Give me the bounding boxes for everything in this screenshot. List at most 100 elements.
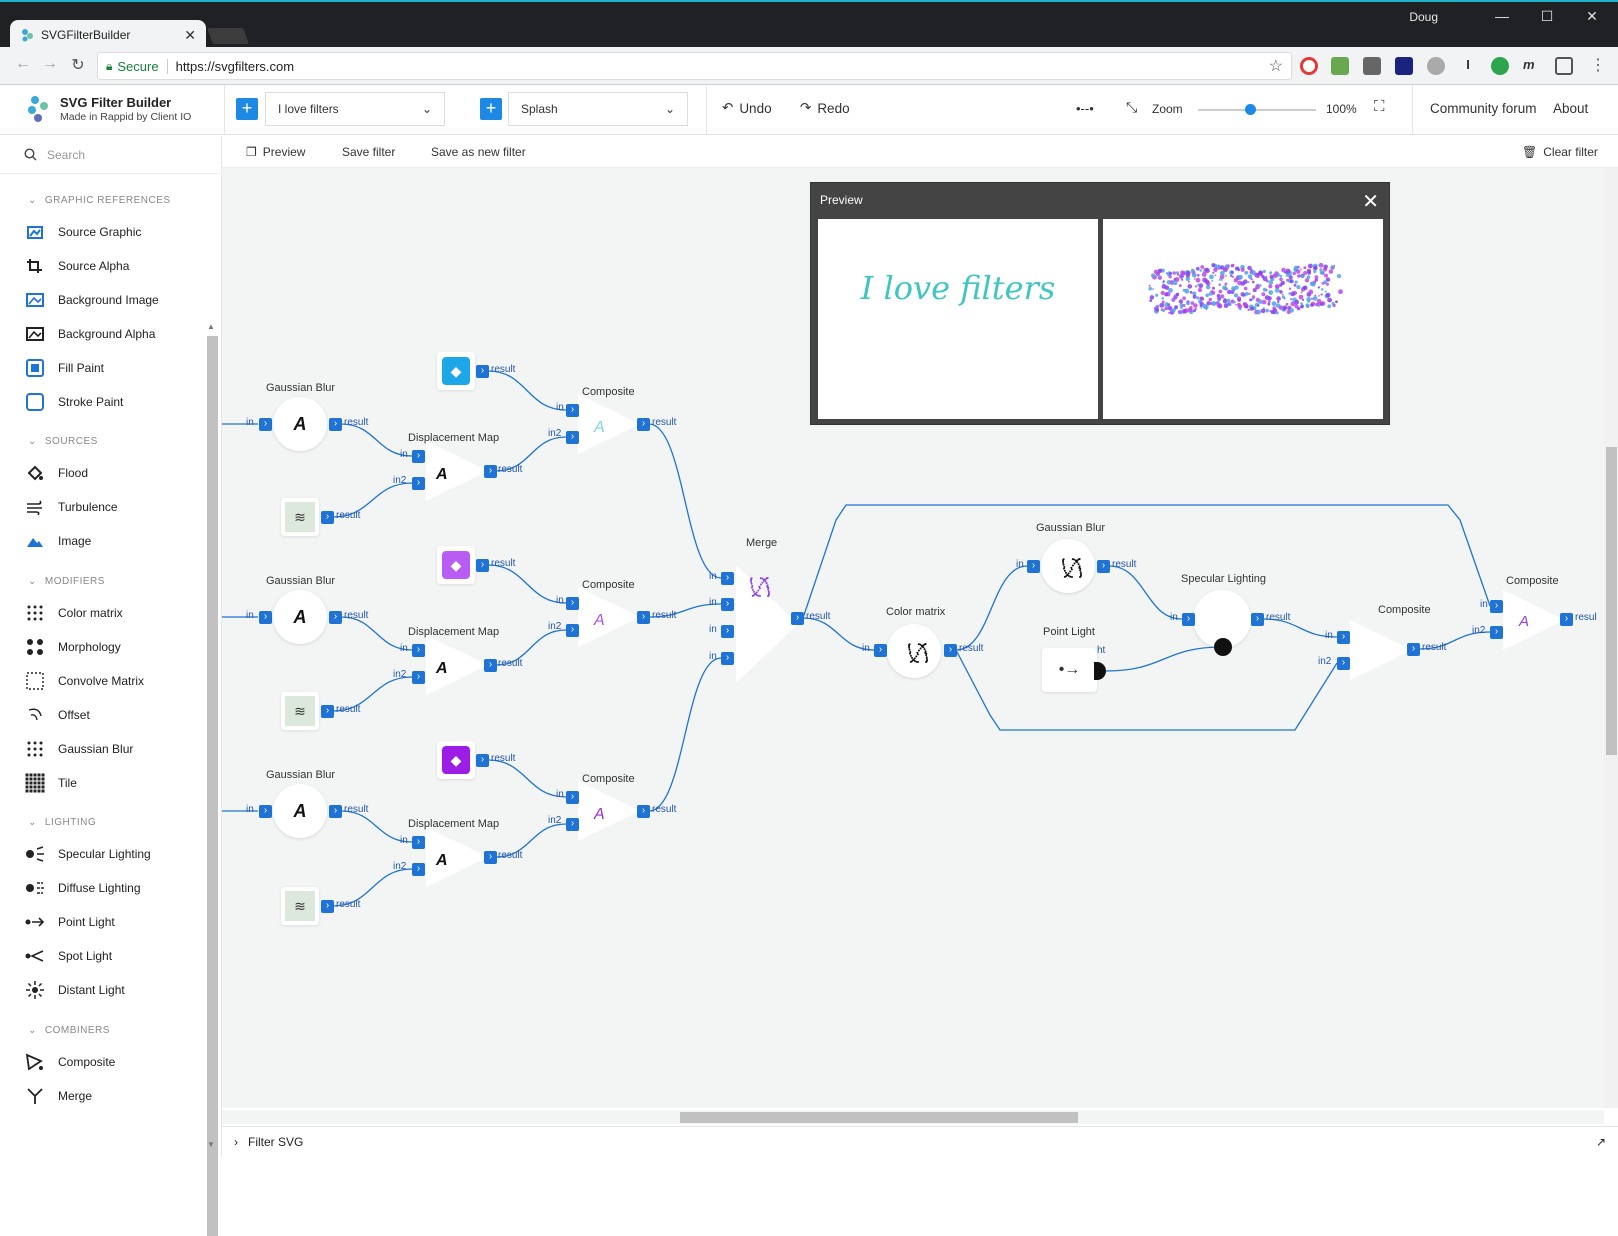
graph-link[interactable] [955,565,1028,651]
specular-lighting-light-port[interactable] [1214,638,1232,656]
composite-4-in2-port[interactable]: › [1337,657,1350,670]
sidebar-section-modifiers[interactable]: ⌄ MODIFIERS [28,576,105,587]
merge-result-port[interactable]: › [791,612,804,625]
gaussian-blur-4-result-port[interactable]: › [1097,560,1110,573]
address-bar[interactable]: 🔒︎ Secure https://svgfilters.com ☆ [97,52,1292,80]
composite-5-in-port[interactable]: › [1490,600,1503,613]
filter-select[interactable]: I love filters ⌄ [265,92,445,126]
sidebar-item-fill-paint[interactable]: Fill Paint [24,357,104,379]
forward-icon[interactable]: → [39,55,61,73]
sidebar-item-image[interactable]: Image [24,530,91,552]
merge-in-port-1[interactable]: › [721,572,734,585]
composite-3-in2-port[interactable]: › [566,818,579,831]
gaussian-blur-2-result-port[interactable]: › [329,611,342,624]
turbulence-1-result-port[interactable]: › [321,511,334,524]
browser-menu-icon[interactable]: ⋮ [1590,55,1606,75]
sidebar-section-sources[interactable]: ⌄ SOURCES [28,436,98,447]
canvas-vertical-scroll-thumb[interactable] [1606,447,1617,755]
sidebar-item-composite[interactable]: Composite [24,1051,115,1073]
gaussian-blur-1-in-port[interactable]: › [259,418,272,431]
sidebar-item-merge[interactable]: Merge [24,1085,92,1107]
composite-1-node[interactable]: A [578,394,640,454]
graph-link[interactable] [802,504,1491,619]
zoom-slider-thumb[interactable] [1245,104,1256,115]
displacement-map-2-result-port[interactable]: › [484,659,497,672]
graph-link[interactable] [487,564,567,604]
gaussian-blur-1-node[interactable]: A [273,397,327,451]
preview-button[interactable]: ❐ Preview [246,145,305,159]
mail-extension-icon[interactable] [1363,57,1381,75]
sidebar-item-gaussian-blur[interactable]: Gaussian Blur [24,738,133,760]
flood-1-node[interactable]: ◆ [437,352,475,390]
instapaper-extension-icon[interactable]: I [1459,57,1477,75]
sidebar-item-point-light[interactable]: Point Light [24,911,115,933]
flood-3-node[interactable]: ◆ [437,741,475,779]
graph-link[interactable] [487,370,567,411]
color-matrix-result-port[interactable]: › [944,644,957,657]
composite-2-in2-port[interactable]: › [566,624,579,637]
about-link[interactable]: About [1553,101,1588,116]
graph-link[interactable] [648,423,722,579]
displacement-map-3-node[interactable]: A [426,827,488,887]
sidebar-section-graphic-references[interactable]: ⌄ GRAPHIC REFERENCES [28,195,171,206]
graph-link[interactable] [1105,646,1223,672]
merge-in-port-2[interactable]: › [721,598,734,611]
sidebar-item-color-matrix[interactable]: Color matrix [24,602,123,624]
gaussian-blur-3-result-port[interactable]: › [329,805,342,818]
sidebar-item-source-alpha[interactable]: Source Alpha [24,255,129,277]
tab-close-icon[interactable]: ✕ [184,27,196,44]
color-matrix-node[interactable] [887,624,941,678]
graph-link[interactable] [955,649,1338,731]
composite-4-node[interactable] [1350,620,1412,680]
expand-icon[interactable]: ↗ [1596,1135,1606,1149]
turbulence-3-node[interactable]: ≋ [281,887,319,925]
save-as-new-filter-button[interactable]: Save as new filter [431,145,526,159]
merge-in-port-4[interactable]: › [721,652,734,665]
save-filter-button[interactable]: Save filter [342,145,395,159]
turbulence-1-node[interactable]: ≋ [281,498,319,536]
merge-in-port-3[interactable]: › [721,625,734,638]
gaussian-blur-4-node[interactable] [1041,539,1095,593]
gaussian-blur-3-in-port[interactable]: › [259,805,272,818]
sidebar-item-distant-light[interactable]: Distant Light [24,979,125,1001]
preset-select[interactable]: Splash ⌄ [508,92,688,126]
clear-filter-button[interactable]: 🗑︎ Clear filter [1522,145,1598,159]
specular-lighting-result-port[interactable]: › [1251,613,1264,626]
turbulence-3-result-port[interactable]: › [321,900,334,913]
composite-5-result-port[interactable]: › [1560,613,1573,626]
sidebar-section-combiners[interactable]: ⌄ COMBINERS [28,1025,110,1036]
color-matrix-in-port[interactable]: › [874,644,887,657]
bookmark-star-icon[interactable]: ☆ [1269,56,1283,76]
community-forum-link[interactable]: Community forum [1430,101,1537,116]
m-extension-icon[interactable]: m [1523,57,1541,75]
sidebar-item-stroke-paint[interactable]: Stroke Paint [24,391,123,413]
sidebar-item-source-graphic[interactable]: Source Graphic [24,221,141,243]
zoom-slider[interactable] [1198,109,1316,111]
search-box[interactable]: Search [0,136,222,174]
composite-4-result-port[interactable]: › [1407,643,1420,656]
displacement-map-1-in-port[interactable]: › [412,450,425,463]
redo-button[interactable]: ↷ Redo [800,100,850,116]
flood-2-result-port[interactable]: › [476,559,489,572]
displacement-map-3-result-port[interactable]: › [484,851,497,864]
displacement-map-1-in2-port[interactable]: › [412,477,425,490]
gaussian-blur-4-in-port[interactable]: › [1027,560,1040,573]
sidebar-item-flood[interactable]: Flood [24,462,88,484]
layout-icon[interactable]: •--• [1076,101,1094,116]
sidebar-item-convolve-matrix[interactable]: Convolve Matrix [24,670,144,692]
canvas-horizontal-scroll-thumb[interactable] [680,1112,1078,1123]
composite-1-result-port[interactable]: › [637,418,650,431]
specular-lighting-in-port[interactable]: › [1182,613,1195,626]
displacement-map-1-node[interactable]: A [426,441,488,501]
browser-tab[interactable]: SVGFilterBuilder ✕ [10,20,206,50]
gaussian-blur-1-result-port[interactable]: › [329,418,342,431]
composite-2-node[interactable]: A [578,587,640,647]
sidebar-item-tile[interactable]: Tile [24,772,77,794]
preview-panel[interactable]: Preview ✕ I love filters [810,182,1390,425]
graph-link[interactable] [487,759,567,798]
sidebar-item-turbulence[interactable]: Turbulence [24,496,118,518]
skype-extension-icon[interactable] [1427,57,1445,75]
displacement-map-3-in2-port[interactable]: › [412,863,425,876]
evernote-extension-icon[interactable] [1331,57,1349,75]
sidebar-item-spot-light[interactable]: Spot Light [24,945,112,967]
